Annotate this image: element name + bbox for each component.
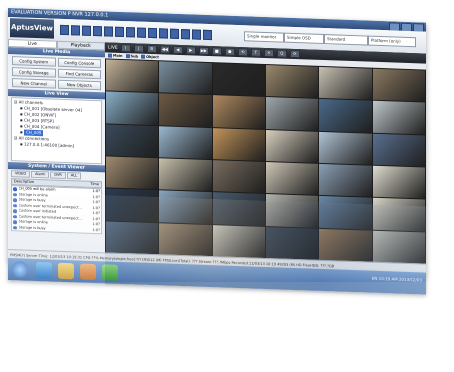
video-control-button[interactable]: Q	[276, 49, 287, 58]
camera-tile[interactable]	[159, 93, 212, 127]
layout-10-icon[interactable]	[115, 26, 124, 38]
camera-tile[interactable]	[372, 165, 425, 199]
camera-tile[interactable]	[319, 163, 372, 198]
camera-tile[interactable]	[265, 97, 319, 131]
subtab-main[interactable]: Main	[108, 52, 123, 59]
camera-tile[interactable]	[265, 65, 319, 99]
platform-select[interactable]: Platform (only)	[368, 35, 416, 48]
sub-stream-icon	[125, 54, 130, 59]
tab-live[interactable]: Live	[8, 39, 57, 49]
camera-tile[interactable]	[159, 158, 212, 192]
camera-tile[interactable]	[319, 99, 372, 133]
layout-6-icon[interactable]	[82, 25, 91, 36]
camera-tile[interactable]	[212, 127, 265, 161]
camera-tile[interactable]	[372, 101, 425, 135]
video-control-button[interactable]: I	[120, 43, 131, 53]
layout-25-icon[interactable]	[159, 28, 168, 39]
subtab-main-label: Main	[113, 53, 123, 59]
camera-tile[interactable]	[212, 63, 265, 97]
stream-select[interactable]: Standard	[324, 34, 368, 46]
camera-tile[interactable]	[265, 129, 319, 163]
camera-tile[interactable]	[372, 68, 425, 102]
layout-13-icon[interactable]	[126, 27, 135, 38]
event-icon	[13, 187, 17, 191]
video-control-button[interactable]: ▶▶	[198, 46, 209, 56]
video-mode-label: LIVE	[108, 44, 118, 51]
camera-tile[interactable]	[212, 160, 265, 194]
layout-8-icon[interactable]	[93, 25, 102, 37]
camera-tile[interactable]	[159, 61, 212, 95]
video-control-button[interactable]: T	[250, 48, 261, 57]
find-cameras-button[interactable]: Find Cameras	[57, 68, 101, 80]
subtab-sub-label: Sub	[130, 54, 139, 59]
event-column-time[interactable]: Time	[90, 182, 99, 187]
video-control-button[interactable]: ⟲	[237, 48, 248, 57]
video-control-button[interactable]: ■	[211, 47, 222, 56]
new-objects-button[interactable]: New Objects	[57, 79, 101, 91]
subtab-sub[interactable]: Sub	[125, 53, 139, 59]
live-media-buttons: Config System Config Console Config Stor…	[8, 54, 105, 92]
video-control-button[interactable]: B	[146, 44, 157, 54]
layout-64-icon[interactable]	[192, 29, 201, 40]
video-control-button[interactable]: ▶	[185, 46, 196, 55]
new-channel-button[interactable]: New Channel	[12, 78, 56, 89]
reflection-fade	[0, 282, 454, 372]
camera-tile[interactable]	[372, 133, 425, 167]
tree-item-label: CH_003 [RTSP]	[23, 117, 54, 124]
subtab-object-label: Object	[146, 54, 159, 60]
layout-full-icon[interactable]	[203, 29, 212, 41]
event-tab-dvr[interactable]: DVR	[50, 171, 66, 180]
reflection	[8, 192, 426, 297]
tree-item-label: 127.0.0.1:46100 [admin]	[23, 141, 75, 149]
monitor-select[interactable]: Single monitor	[244, 31, 284, 43]
camera-tile[interactable]	[106, 124, 159, 158]
layout-36-icon[interactable]	[170, 28, 179, 39]
app-logo: AptusView	[10, 18, 54, 39]
event-tab-video[interactable]: VIDEO	[11, 170, 31, 178]
config-system-button[interactable]: Config System	[12, 56, 56, 67]
config-storage-button[interactable]: Config Storage	[12, 67, 56, 78]
camera-tile[interactable]	[319, 66, 372, 101]
subtab-object[interactable]: Object	[141, 54, 159, 61]
channel-tree: ⊟ All channels ▪ CH_001 [Obsolete server …	[11, 97, 102, 165]
camera-tile[interactable]	[319, 131, 372, 165]
layout-icons	[60, 24, 212, 41]
video-control-button[interactable]: ⟳	[289, 49, 300, 59]
video-control-button[interactable]: |	[133, 44, 144, 53]
camera-tile[interactable]	[106, 156, 159, 190]
video-control-button[interactable]: ◀◀	[159, 45, 170, 54]
camera-tile[interactable]	[265, 162, 319, 196]
camera-tile[interactable]	[106, 59, 159, 93]
layout-9-icon[interactable]	[104, 26, 113, 37]
camera-tile[interactable]	[159, 125, 212, 160]
layout-20-icon[interactable]	[148, 27, 157, 39]
layout-49-icon[interactable]	[181, 29, 190, 40]
event-column-description[interactable]: Description	[14, 179, 34, 185]
video-control-button[interactable]: ◀	[172, 45, 183, 55]
layout-16-icon[interactable]	[137, 27, 146, 38]
object-icon	[141, 54, 146, 59]
event-tab-all[interactable]: ALL	[66, 172, 82, 180]
event-tab-alarm[interactable]: Alarm	[31, 170, 50, 179]
tree-item-label: All channels	[18, 99, 43, 106]
osd-select[interactable]: Simple OSD	[284, 32, 324, 45]
layout-1-icon[interactable]	[60, 24, 69, 36]
camera-tile[interactable]	[106, 91, 159, 125]
tree-item-label: All connections	[18, 135, 49, 142]
layout-4-icon[interactable]	[71, 25, 80, 36]
main-stream-icon	[108, 53, 112, 58]
video-control-button[interactable]: ●	[224, 47, 235, 56]
config-console-button[interactable]: Config Console	[57, 57, 101, 69]
video-control-button[interactable]: ✕	[263, 48, 274, 58]
camera-tile[interactable]	[212, 95, 265, 129]
